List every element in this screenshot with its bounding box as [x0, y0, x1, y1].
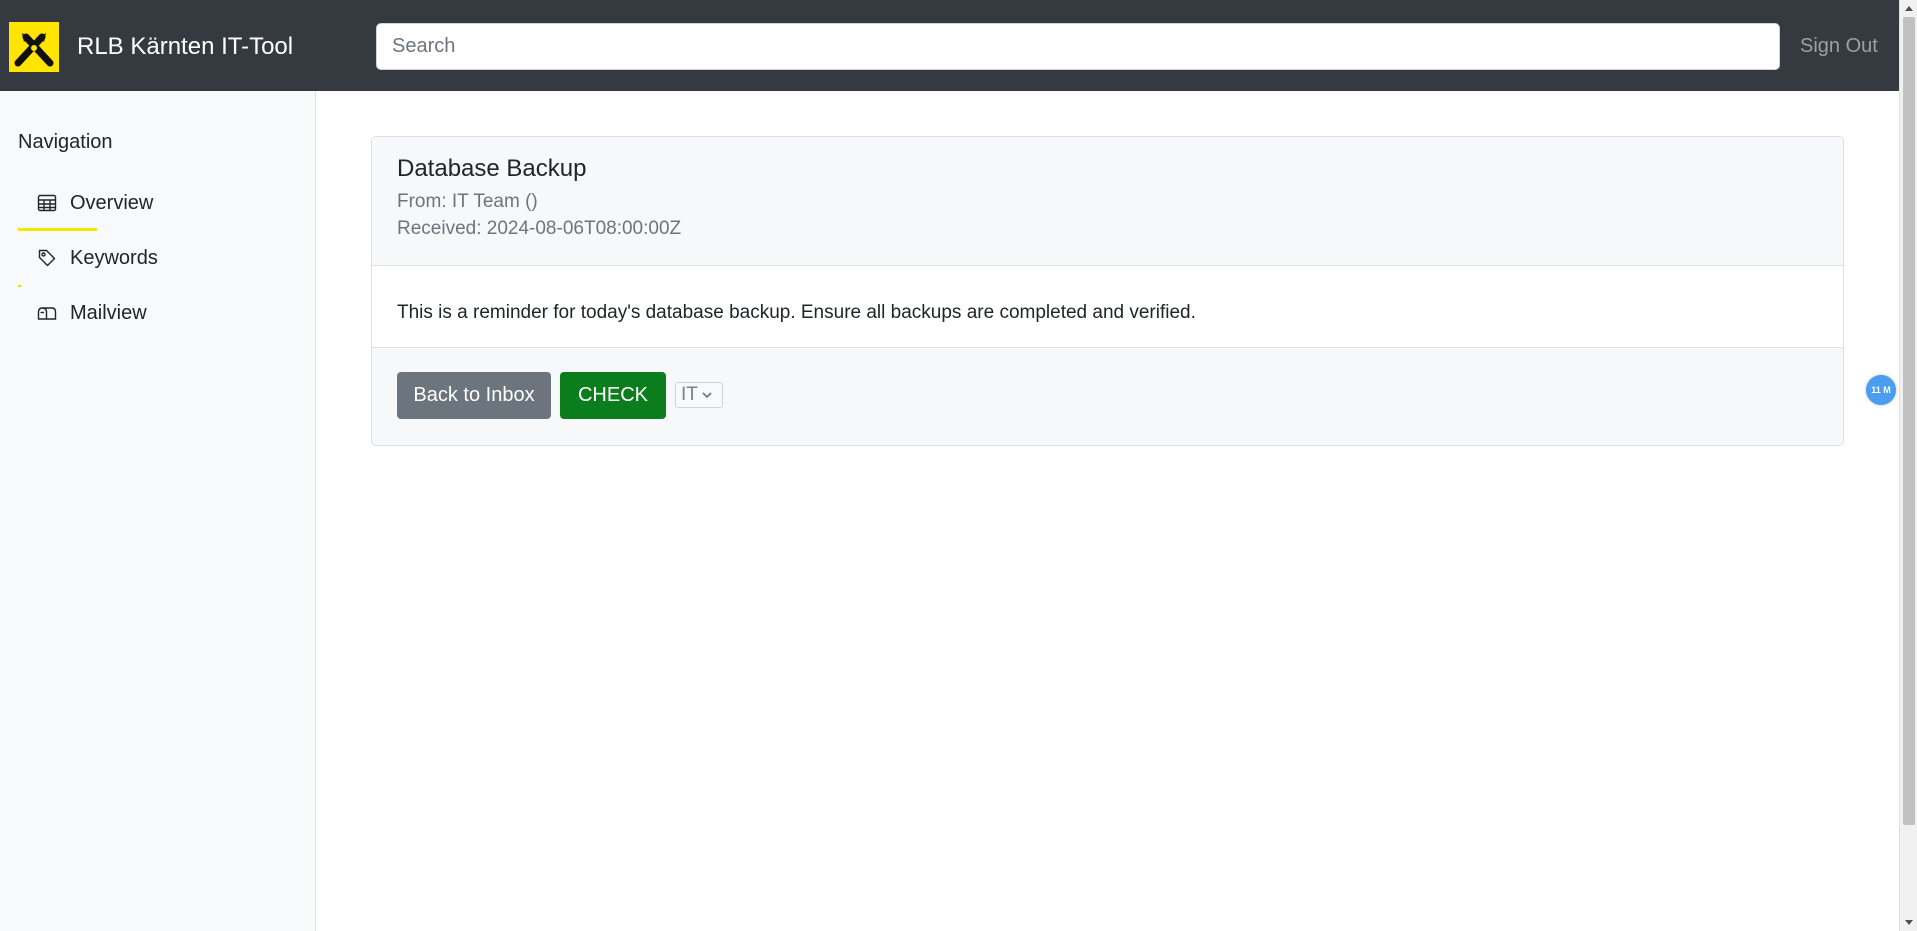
tag-icon: [36, 247, 58, 269]
brand-title[interactable]: RLB Kärnten IT-Tool: [77, 33, 293, 61]
sidebar: Navigation Overview Keywords Mailview: [0, 91, 316, 931]
sidebar-item-label: Mailview: [70, 301, 147, 324]
category-select-value: IT: [681, 384, 698, 405]
sidebar-heading: Navigation: [18, 131, 113, 153]
raiffeisen-logo-icon: [9, 22, 59, 72]
mailbox-icon: [36, 302, 58, 324]
sign-out-link[interactable]: Sign Out: [1800, 35, 1878, 58]
mail-card-header: [372, 137, 1843, 266]
sidebar-item-mailview[interactable]: Mailview: [18, 288, 298, 338]
app-root: RLB Kärnten IT-Tool Sign Out Navigation …: [0, 0, 1917, 931]
chevron-down-icon: [702, 392, 712, 399]
mail-from: From: IT Team (): [397, 191, 538, 212]
top-navbar: RLB Kärnten IT-Tool Sign Out: [0, 0, 1899, 91]
table-icon: [36, 192, 58, 214]
sidebar-item-label: Keywords: [70, 246, 158, 269]
category-select[interactable]: IT: [675, 382, 723, 408]
sidebar-item-keywords[interactable]: Keywords: [18, 233, 298, 283]
scroll-down-arrow-icon[interactable]: [1900, 915, 1917, 931]
mail-subject: Database Backup: [397, 155, 587, 182]
nav-marker: [18, 285, 21, 287]
check-button[interactable]: CHECK: [560, 372, 666, 419]
floating-extension-badge[interactable]: 11 M: [1866, 375, 1896, 405]
scroll-up-arrow-icon[interactable]: [1900, 0, 1917, 16]
mail-body-text: This is a reminder for today's database …: [397, 302, 1196, 323]
page-scrollbar[interactable]: [1899, 0, 1917, 931]
back-to-inbox-button[interactable]: Back to Inbox: [397, 372, 551, 419]
search-input[interactable]: [376, 23, 1780, 70]
active-nav-indicator: [18, 228, 97, 231]
sidebar-item-overview[interactable]: Overview: [18, 178, 298, 228]
scrollbar-thumb[interactable]: [1903, 17, 1915, 825]
mail-card: Database Backup From: IT Team () Receive…: [371, 136, 1844, 446]
mail-received: Received: 2024-08-06T08:00:00Z: [397, 218, 682, 239]
sidebar-item-label: Overview: [70, 191, 154, 214]
brand-logo-icon[interactable]: [9, 22, 59, 72]
